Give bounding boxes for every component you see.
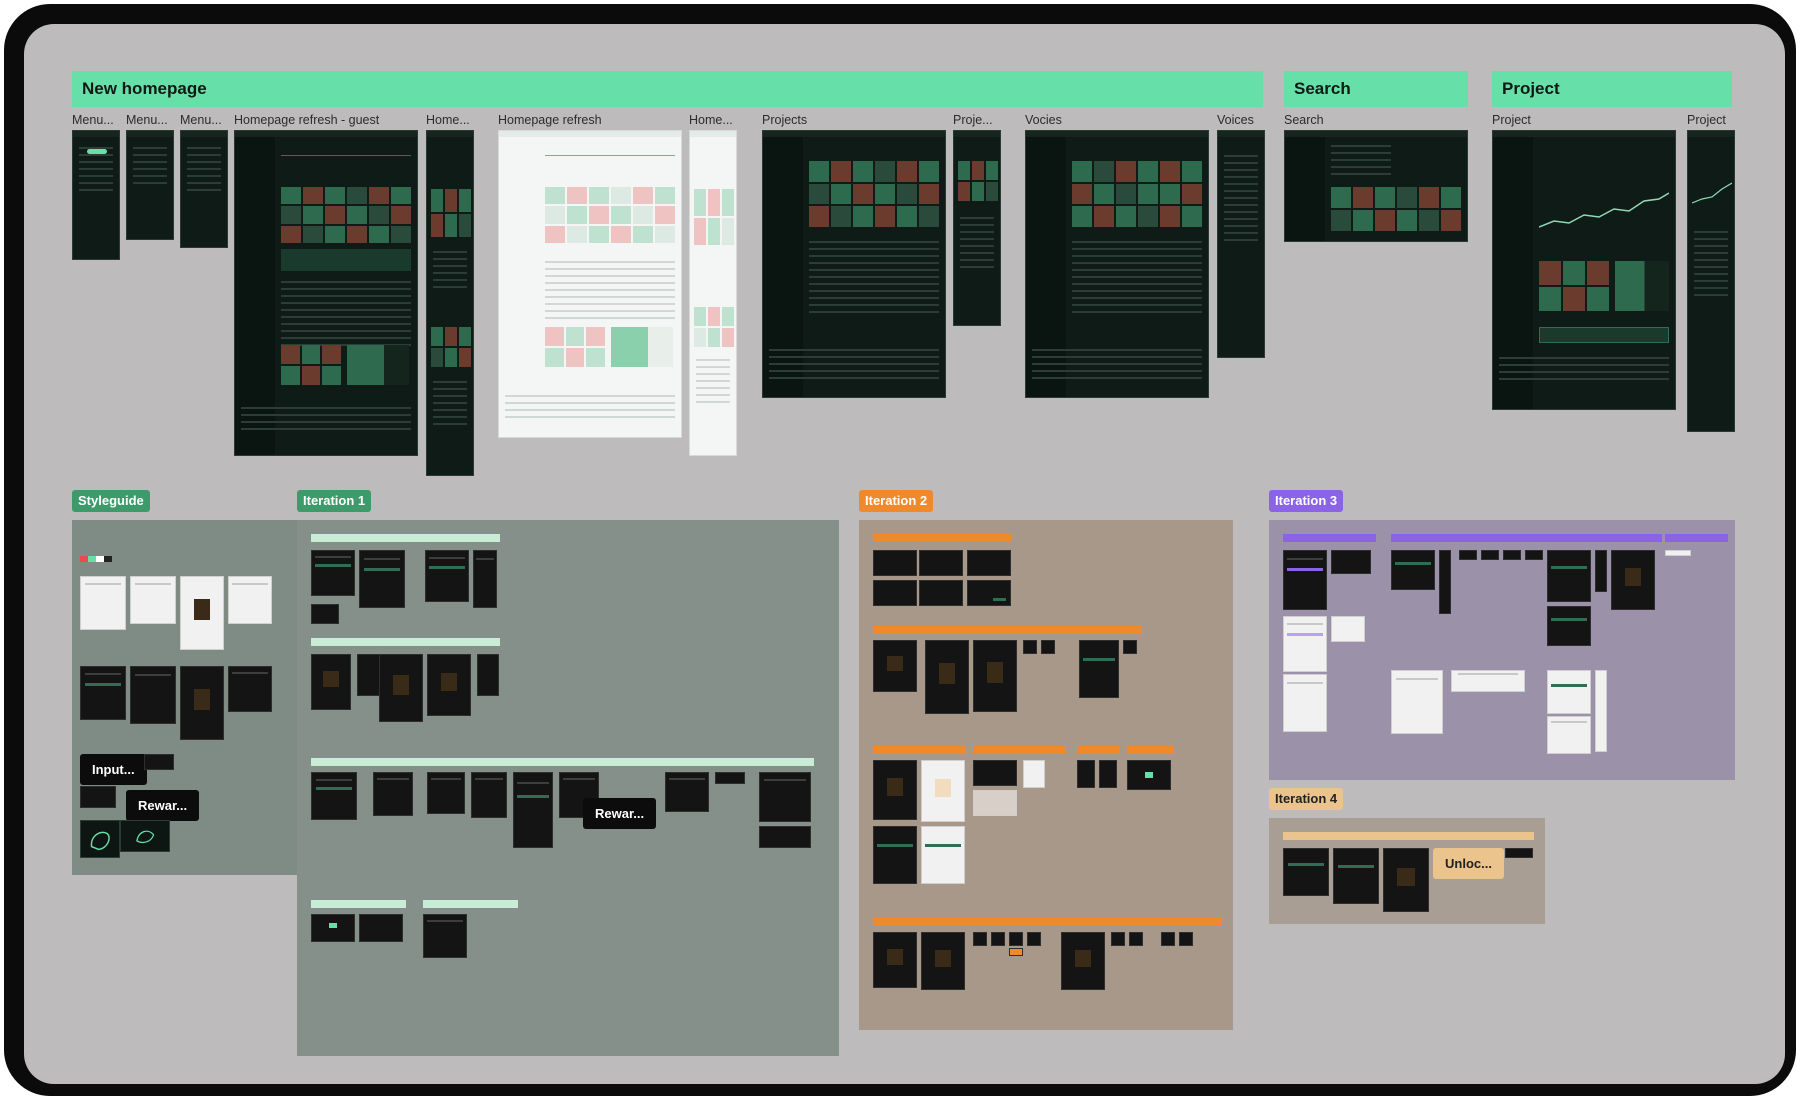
frame-home-mobile-1[interactable] [426, 130, 474, 476]
frame-label[interactable]: Proje... [953, 113, 993, 127]
frame-projects-mobile[interactable] [953, 130, 1001, 326]
frame-label[interactable]: Projects [762, 113, 807, 127]
frame-label[interactable]: Home... [426, 113, 470, 127]
frame-label[interactable]: Project [1687, 113, 1726, 127]
design-canvas[interactable]: New homepage Search Project Menu... Menu… [24, 24, 1785, 1084]
section-tag-styleguide[interactable]: Styleguide [72, 490, 150, 512]
frame-label[interactable]: Menu... [72, 113, 114, 127]
frame-project[interactable] [1492, 130, 1676, 410]
frame-menu-1[interactable] [72, 130, 120, 260]
section-header-project[interactable]: Project [1492, 71, 1732, 107]
overlay-label-input[interactable]: Input... [80, 754, 147, 785]
frame-homepage-refresh[interactable] [498, 130, 682, 438]
decorative-icon [90, 831, 110, 850]
frame-label[interactable]: Vocies [1025, 113, 1062, 127]
frame-project-mobile[interactable] [1687, 130, 1735, 432]
section-styleguide[interactable]: Input... Rewar... [72, 520, 297, 875]
section-iteration-4[interactable]: Unloc... [1269, 818, 1545, 924]
frame-label[interactable]: Home... [689, 113, 733, 127]
device-frame: New homepage Search Project Menu... Menu… [4, 4, 1796, 1096]
frame-label[interactable]: Project [1492, 113, 1531, 127]
frame-projects[interactable] [762, 130, 946, 398]
section-header-search[interactable]: Search [1284, 71, 1468, 107]
frame-label[interactable]: Menu... [180, 113, 222, 127]
section-tag-iteration-4[interactable]: Iteration 4 [1269, 788, 1344, 810]
frame-label[interactable]: Voices [1217, 113, 1254, 127]
section-tag-iteration-1[interactable]: Iteration 1 [297, 490, 372, 512]
decorative-icon [135, 830, 155, 843]
overlay-label-rewar-2[interactable]: Rewar... [583, 798, 657, 829]
frame-voices-mobile[interactable] [1217, 130, 1265, 358]
frame-homepage-refresh-guest[interactable] [234, 130, 418, 456]
frame-label[interactable]: Search [1284, 113, 1324, 127]
section-iteration-2[interactable] [859, 520, 1233, 1030]
frame-menu-2[interactable] [126, 130, 174, 240]
price-chart-mobile [1692, 182, 1732, 204]
section-tag-iteration-2[interactable]: Iteration 2 [859, 490, 934, 512]
frame-label[interactable]: Homepage refresh - guest [234, 113, 379, 127]
frame-label[interactable]: Homepage refresh [498, 113, 602, 127]
frame-vocies[interactable] [1025, 130, 1209, 398]
section-iteration-1[interactable]: Rewar... [297, 520, 839, 1056]
section-tag-iteration-3[interactable]: Iteration 3 [1269, 490, 1344, 512]
overlay-label-rewar-1[interactable]: Rewar... [126, 790, 200, 821]
frame-menu-3[interactable] [180, 130, 228, 248]
frame-label[interactable]: Menu... [126, 113, 168, 127]
frame-search[interactable] [1284, 130, 1468, 242]
overlay-label-unloc[interactable]: Unloc... [1433, 848, 1504, 879]
frame-home-mobile-2[interactable] [689, 130, 737, 456]
section-iteration-3[interactable] [1269, 520, 1735, 780]
price-chart [1539, 192, 1669, 228]
section-header-new-homepage[interactable]: New homepage [72, 71, 1263, 107]
